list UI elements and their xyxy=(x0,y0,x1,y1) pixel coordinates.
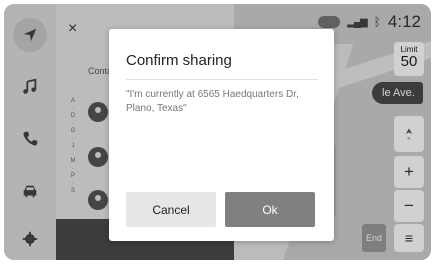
infotainment-screen: le Ave. × Conta A · D · G · J · M · P · … xyxy=(4,4,431,260)
confirm-sharing-dialog: Confirm sharing "I'm currently at 6565 H… xyxy=(109,29,334,241)
cancel-button[interactable]: Cancel xyxy=(126,192,216,227)
dialog-message: "I'm currently at 6565 Haedquarters Dr, … xyxy=(126,89,299,114)
divider xyxy=(126,79,318,80)
ok-button[interactable]: Ok xyxy=(225,192,315,227)
dialog-title: Confirm sharing xyxy=(126,52,232,69)
